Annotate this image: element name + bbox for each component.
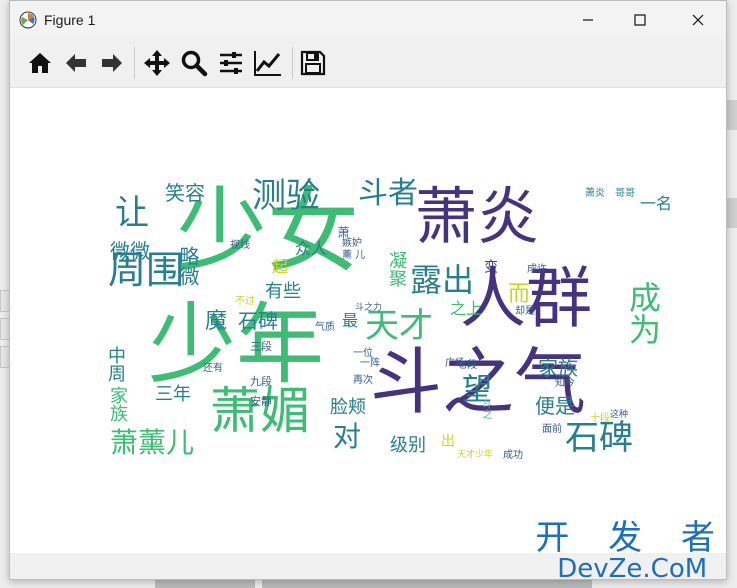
wordcloud-word: 石碑 bbox=[565, 418, 633, 458]
wordcloud-word: 面前 bbox=[542, 424, 562, 435]
wordcloud-word: 斗之 bbox=[480, 399, 491, 419]
wordcloud-word: 还有 bbox=[203, 363, 223, 374]
site-watermark: 开 发 者 DevZe.CoM bbox=[535, 521, 729, 584]
home-button[interactable] bbox=[24, 47, 56, 79]
maximize-icon bbox=[634, 14, 646, 26]
wordcloud-word: 便是 bbox=[535, 394, 575, 418]
wordcloud-word: 不过 bbox=[235, 296, 255, 307]
wordcloud-word: 起 bbox=[272, 257, 289, 276]
figure-window: Figure 1 少女 少年 萧炎 人群 斗之气 萧媚 测验 斗者 露出 天才 … bbox=[9, 0, 727, 580]
wordcloud-word: 出 bbox=[439, 433, 455, 447]
wordcloud-word: 安静 bbox=[250, 395, 272, 408]
zoom-button[interactable] bbox=[178, 47, 210, 79]
wordcloud-word: 再次 bbox=[353, 375, 373, 386]
save-button[interactable] bbox=[297, 47, 329, 79]
wordcloud-word: 广场 bbox=[445, 358, 465, 369]
configure-subplots-icon bbox=[220, 52, 242, 74]
wordcloud-word: 变 bbox=[482, 259, 498, 273]
wordcloud-word: 一阵 bbox=[360, 358, 380, 369]
wordcloud-word: 级别 bbox=[390, 435, 426, 456]
forward-button[interactable] bbox=[96, 47, 128, 79]
wordcloud-word: 石碑 bbox=[238, 309, 278, 333]
wordcloud-word: 家族 bbox=[107, 386, 128, 422]
wordcloud-word: 对 bbox=[333, 420, 362, 453]
close-button[interactable] bbox=[675, 1, 721, 39]
wordcloud-word: 天才少年 bbox=[457, 450, 494, 460]
background-window-edge bbox=[727, 100, 737, 130]
wordcloud-word: 斗者 bbox=[358, 176, 418, 211]
back-button[interactable] bbox=[60, 47, 92, 79]
pan-button[interactable] bbox=[141, 47, 173, 79]
close-icon bbox=[692, 14, 704, 26]
pan-icon bbox=[144, 50, 170, 76]
zoom-icon bbox=[181, 50, 208, 77]
minimize-button[interactable] bbox=[565, 1, 611, 39]
wordcloud-word: 气质 bbox=[315, 322, 335, 333]
wordcloud-word: 略微 bbox=[176, 246, 200, 286]
wordcloud-word: 哥哥 bbox=[615, 188, 635, 199]
background-window-edge bbox=[727, 198, 737, 228]
navigation-toolbar bbox=[10, 39, 726, 88]
wordcloud-word: 萧 bbox=[336, 226, 350, 238]
wordcloud-word: 斗之力 bbox=[355, 303, 383, 313]
edit-axis-button[interactable] bbox=[252, 47, 284, 79]
wordcloud-word: 萧炎 bbox=[415, 180, 540, 253]
wordcloud-word: 中周 bbox=[105, 346, 126, 382]
wordcloud-word: 成功 bbox=[503, 450, 523, 461]
wordcloud-word: 有些 bbox=[265, 281, 301, 302]
wordcloud-word: 天才 bbox=[365, 306, 433, 346]
wordcloud-word: 让 bbox=[115, 193, 149, 233]
wordcloud-word: 却是 bbox=[515, 306, 535, 317]
wordcloud-word: 露出 bbox=[410, 261, 475, 299]
background-window-edge bbox=[155, 580, 255, 588]
wordcloud-word: 周围 bbox=[108, 248, 185, 292]
forward-icon bbox=[102, 54, 122, 72]
wordcloud-word: 脸颊 bbox=[330, 397, 366, 418]
wordcloud-word: 众人 bbox=[295, 239, 328, 258]
wordcloud-word: 九段 bbox=[250, 375, 272, 388]
wordcloud-word: 魔 bbox=[205, 309, 228, 334]
title-bar[interactable]: Figure 1 bbox=[10, 1, 726, 39]
window-title: Figure 1 bbox=[44, 12, 96, 28]
wordcloud-word: 嫉妒 bbox=[342, 238, 362, 249]
configure-subplots-button[interactable] bbox=[215, 47, 247, 79]
wordcloud-word: 萧薰儿 bbox=[110, 426, 195, 459]
toolbar-separator bbox=[134, 47, 135, 79]
minimize-icon bbox=[583, 19, 593, 21]
watermark-line1: 开 发 者 bbox=[535, 518, 729, 559]
wordcloud-word: 家族 bbox=[538, 356, 578, 380]
wordcloud-word: 成许 bbox=[527, 264, 547, 275]
wordcloud-word: 知今 bbox=[555, 378, 575, 389]
wordcloud-word: 薰 儿 bbox=[342, 250, 366, 261]
back-icon bbox=[66, 54, 86, 72]
wordcloud-word: 最 bbox=[342, 311, 359, 330]
maximize-button[interactable] bbox=[617, 1, 663, 39]
wordcloud-word: 凝聚 bbox=[386, 251, 407, 287]
wordcloud-word: 三年 bbox=[155, 384, 191, 405]
save-icon bbox=[300, 50, 326, 76]
wordcloud-word: 之上 bbox=[450, 299, 483, 318]
watermark-line2: DevZe.CoM bbox=[557, 554, 708, 585]
wordcloud-word: 笑容 bbox=[165, 181, 205, 205]
wordcloud-word: 一名 bbox=[640, 194, 673, 213]
edit-axis-icon bbox=[254, 51, 281, 76]
wordcloud-word: 这种 bbox=[610, 410, 629, 420]
wordcloud-word: 成为 bbox=[624, 281, 662, 345]
wordcloud-word: 视线 bbox=[230, 240, 250, 251]
matplotlib-app-icon bbox=[19, 11, 37, 29]
wordcloud-word: 而 bbox=[508, 282, 531, 307]
wordcloud-word: 萧媚 bbox=[210, 382, 310, 440]
figure-canvas[interactable]: 少女 少年 萧炎 人群 斗之气 萧媚 测验 斗者 露出 天才 石碑 萧薰儿对家族 便是 级别 脸颊 三年 石碑魔… bbox=[10, 88, 726, 554]
wordcloud-word: 测验 bbox=[252, 176, 320, 216]
home-icon bbox=[29, 53, 51, 73]
wordcloud-word: 萧炎 bbox=[585, 188, 605, 199]
wordcloud-word: 三段 bbox=[250, 340, 272, 353]
toolbar-separator bbox=[292, 47, 293, 79]
wordcloud-word: 少年 bbox=[148, 293, 325, 396]
wordcloud-word: 十段 bbox=[590, 413, 610, 424]
